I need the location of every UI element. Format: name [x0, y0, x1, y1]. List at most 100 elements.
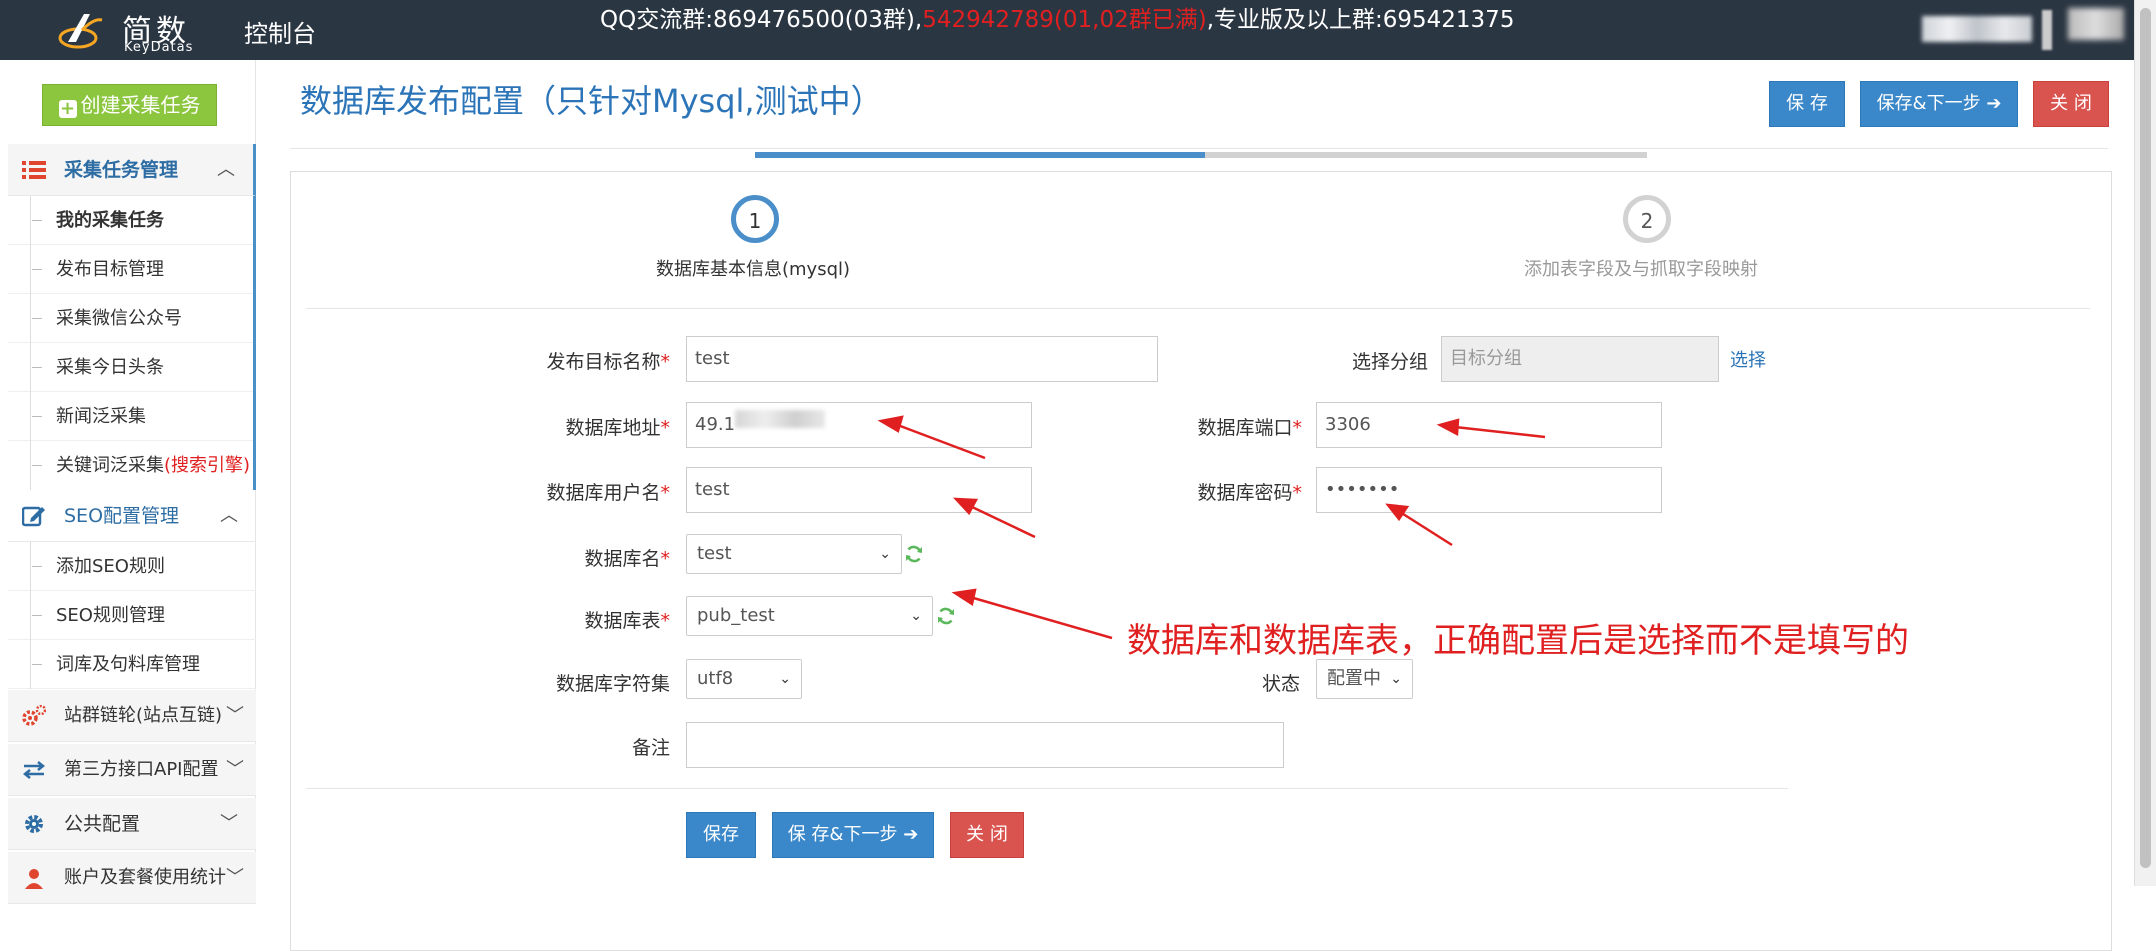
- chevron-up-icon: ︿: [217, 159, 235, 180]
- db-port-input[interactable]: 3306: [1316, 402, 1662, 448]
- note-label: 备注: [631, 737, 670, 759]
- section-label: SEO配置管理: [64, 505, 180, 527]
- charset-select[interactable]: utf8 ⌄: [686, 659, 802, 699]
- target-name-input[interactable]: test: [686, 336, 1158, 382]
- select-value: utf8: [697, 668, 734, 689]
- keydatas-logo-icon: [58, 14, 103, 49]
- item-label: 新闻泛采集: [56, 406, 146, 427]
- qq-prefix: QQ交流群:869476500(03群),: [600, 7, 923, 33]
- section-label: 站群链轮(站点互链): [64, 705, 223, 726]
- sidebar-section-task-management[interactable]: 采集任务管理 ︿: [8, 144, 256, 196]
- chevron-down-icon: ⌄: [879, 546, 891, 562]
- step-2-circle[interactable]: 2: [1623, 195, 1671, 243]
- db-name-label: 数据库名*: [584, 548, 670, 570]
- step-progress-todo: [1205, 152, 1647, 158]
- divider: [290, 148, 2108, 149]
- chevron-down-icon: ﹀: [226, 867, 244, 888]
- gear-icon: [25, 815, 43, 833]
- item-label: 采集微信公众号: [56, 308, 182, 329]
- user-menu-blurred[interactable]: [1918, 4, 2128, 56]
- arrow-right-icon: ➔: [903, 824, 919, 845]
- section-label: 第三方接口API配置: [64, 759, 219, 780]
- button-label: 保 存&下一步: [787, 824, 898, 845]
- item-label-suffix: (搜索引擎): [164, 455, 251, 476]
- section-label: 账户及套餐使用统计: [64, 867, 226, 888]
- step-1-circle[interactable]: 1: [731, 195, 779, 243]
- sidebar-item-wechat[interactable]: 采集微信公众号: [8, 294, 253, 343]
- item-label: 词库及句料库管理: [56, 654, 200, 675]
- logo-text-en: KeyDatas: [124, 40, 194, 55]
- sidebar-section-public-config[interactable]: 公共配置 ﹀: [8, 798, 256, 850]
- item-label: 添加SEO规则: [56, 556, 165, 577]
- qq-group-info: QQ交流群:869476500(03群),542942789(01,02群已满)…: [600, 0, 1514, 34]
- chevron-down-icon: ﹀: [220, 813, 238, 834]
- select-value: test: [697, 543, 732, 564]
- page-title: 数据库发布配置（只针对Mysql,测试中）: [300, 82, 883, 120]
- console-title[interactable]: 控制台: [244, 14, 316, 49]
- db-table-label: 数据库表*: [584, 610, 670, 632]
- qq-suffix: ,专业版及以上群:695421375: [1206, 7, 1515, 33]
- sidebar-item-my-tasks[interactable]: 我的采集任务: [8, 196, 253, 245]
- sidebar-item-lexicon[interactable]: 词库及句料库管理: [8, 640, 256, 689]
- item-label: 发布目标管理: [56, 259, 164, 280]
- save-button-top[interactable]: 保 存: [1769, 81, 1845, 127]
- sidebar-item-add-seo[interactable]: 添加SEO规则: [8, 542, 256, 591]
- sidebar-item-seo-rules[interactable]: SEO规则管理: [8, 591, 256, 640]
- close-button-top[interactable]: 关 闭: [2033, 81, 2109, 127]
- db-table-select[interactable]: pub_test ⌄: [686, 596, 933, 636]
- item-label: 我的采集任务: [56, 210, 164, 231]
- save-button-bottom[interactable]: 保存: [686, 812, 756, 858]
- db-password-label: 数据库密码*: [1197, 482, 1302, 504]
- button-label: 保存&下一步: [1876, 93, 1981, 114]
- refresh-icon[interactable]: [936, 606, 956, 626]
- select-value: pub_test: [697, 605, 775, 626]
- task-management-submenu: 我的采集任务 发布目标管理 采集微信公众号 采集今日头条 新闻泛采集 关键词泛采…: [8, 196, 256, 490]
- save-next-button-top[interactable]: 保存&下一步 ➔: [1860, 81, 2018, 127]
- scrollbar-thumb[interactable]: [2140, 8, 2151, 868]
- db-user-label: 数据库用户名*: [546, 482, 670, 504]
- plus-icon: +: [58, 98, 77, 119]
- refresh-icon[interactable]: [904, 544, 924, 564]
- step-1-label: 数据库基本信息(mysql): [656, 259, 851, 280]
- seo-submenu: 添加SEO规则 SEO规则管理 词库及句料库管理: [8, 542, 256, 689]
- db-name-select[interactable]: test ⌄: [686, 534, 902, 574]
- chevron-down-icon: ⌄: [779, 671, 791, 687]
- create-task-label: 创建采集任务: [80, 93, 201, 117]
- logo[interactable]: 简数 KeyDatas: [56, 6, 216, 55]
- section-label: 采集任务管理: [64, 159, 179, 181]
- target-name-label: 发布目标名称*: [546, 351, 670, 373]
- chevron-down-icon: ﹀: [226, 759, 244, 780]
- edit-icon: [22, 506, 45, 527]
- item-label: 采集今日头条: [56, 357, 164, 378]
- close-button-bottom[interactable]: 关 闭: [950, 812, 1024, 858]
- section-label: 公共配置: [64, 813, 141, 835]
- create-task-button[interactable]: + 创建采集任务: [42, 84, 217, 126]
- status-select[interactable]: 配置中 ⌄: [1316, 659, 1413, 699]
- sidebar-item-publish-targets[interactable]: 发布目标管理: [8, 245, 253, 294]
- sidebar: + 创建采集任务 采集任务管理 ︿ 我的采集任务 发布目标管理 采集微信公众号 采…: [0, 60, 256, 904]
- sidebar-item-keyword[interactable]: 关键词泛采集(搜索引擎): [8, 441, 253, 490]
- db-host-label: 数据库地址*: [565, 417, 670, 439]
- select-group-link[interactable]: 选择: [1730, 346, 1766, 372]
- sidebar-section-site-links[interactable]: 站群链轮(站点互链) ﹀: [8, 690, 256, 742]
- sidebar-section-api[interactable]: 第三方接口API配置 ﹀: [8, 744, 256, 796]
- db-password-input[interactable]: •••••••: [1316, 467, 1662, 513]
- save-next-button-bottom[interactable]: 保 存&下一步 ➔: [772, 812, 934, 858]
- step-progress-done: [755, 152, 1205, 158]
- ip-blur: [735, 410, 825, 428]
- select-value: 配置中: [1327, 668, 1381, 689]
- divider: [306, 788, 1788, 789]
- arrow-right-icon: ➔: [1986, 93, 2002, 114]
- chevron-down-icon: ﹀: [226, 705, 244, 726]
- divider: [306, 308, 2090, 309]
- vertical-scrollbar[interactable]: [2134, 0, 2156, 886]
- group-input[interactable]: 目标分组: [1441, 336, 1719, 382]
- db-user-input[interactable]: test: [686, 467, 1032, 513]
- note-input[interactable]: [686, 722, 1284, 768]
- sidebar-section-seo[interactable]: SEO配置管理 ︿: [8, 490, 256, 542]
- sidebar-item-news[interactable]: 新闻泛采集: [8, 392, 253, 441]
- qq-full-groups: 542942789(01,02群已满): [922, 7, 1207, 33]
- step-2-label: 添加表字段及与抓取字段映射: [1524, 259, 1758, 280]
- sidebar-section-account[interactable]: 账户及套餐使用统计 ﹀: [8, 852, 256, 904]
- sidebar-item-toutiao[interactable]: 采集今日头条: [8, 343, 253, 392]
